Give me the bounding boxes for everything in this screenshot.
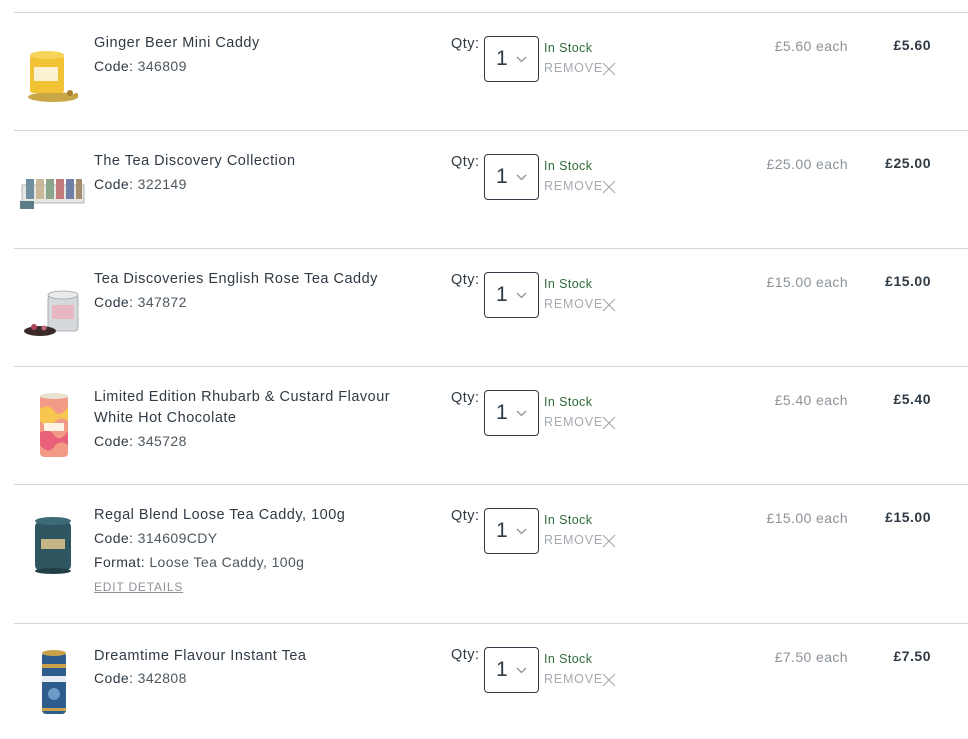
unit-price: £5.60 each: [774, 38, 848, 54]
unit-price: £15.00 each: [766, 274, 848, 290]
remove-button[interactable]: REMOVE: [544, 179, 616, 194]
line-total: £15.00: [885, 273, 931, 289]
unit-price: £15.00 each: [766, 510, 848, 526]
product-code: Code: 346809: [94, 58, 187, 74]
chevron-down-icon: [516, 174, 527, 181]
product-code: Code: 314609CDY: [94, 530, 218, 546]
stock-status: In Stock: [544, 159, 593, 173]
unit-price: £7.50 each: [774, 649, 848, 665]
cart-item-row: Regal Blend Loose Tea Caddy, 100g Code: …: [14, 485, 968, 624]
qty-select[interactable]: 1: [484, 508, 539, 554]
line-total: £15.00: [885, 509, 931, 525]
chevron-down-icon: [516, 667, 527, 674]
line-total: £5.60: [893, 37, 931, 53]
product-name[interactable]: Regal Blend Loose Tea Caddy, 100g: [94, 505, 394, 526]
stock-status: In Stock: [544, 652, 593, 666]
stock-status: In Stock: [544, 277, 593, 291]
remove-button[interactable]: REMOVE: [544, 297, 616, 312]
qty-select[interactable]: 1: [484, 390, 539, 436]
stock-status: In Stock: [544, 41, 593, 55]
remove-button[interactable]: REMOVE: [544, 672, 616, 687]
qty-select[interactable]: 1: [484, 272, 539, 318]
close-icon: [602, 673, 616, 687]
remove-button[interactable]: REMOVE: [544, 415, 616, 430]
chevron-down-icon: [516, 56, 527, 63]
close-icon: [602, 62, 616, 76]
product-code: Code: 345728: [94, 433, 187, 449]
product-format: Format: Loose Tea Caddy, 100g: [94, 554, 305, 570]
cart-item-row: The Tea Discovery Collection Code: 32214…: [14, 131, 968, 249]
product-code: Code: 322149: [94, 176, 187, 192]
product-name[interactable]: Limited Edition Rhubarb & Custard Flavou…: [94, 387, 394, 429]
qty-label: Qty:: [451, 272, 480, 288]
remove-button[interactable]: REMOVE: [544, 533, 616, 548]
cart-item-row: Ginger Beer Mini Caddy Code: 346809 Qty:…: [14, 13, 968, 131]
qty-label: Qty:: [451, 36, 480, 52]
unit-price: £25.00 each: [766, 156, 848, 172]
qty-label: Qty:: [451, 508, 480, 524]
cart-item-row: Dreamtime Flavour Instant Tea Code: 3428…: [14, 624, 968, 739]
product-image-regal-blend-caddy[interactable]: [18, 509, 88, 579]
close-icon: [602, 534, 616, 548]
chevron-down-icon: [516, 410, 527, 417]
line-total: £7.50: [893, 648, 931, 664]
remove-button[interactable]: REMOVE: [544, 61, 616, 76]
line-total: £5.40: [893, 391, 931, 407]
cart-item-row: Tea Discoveries English Rose Tea Caddy C…: [14, 249, 968, 367]
product-name[interactable]: Tea Discoveries English Rose Tea Caddy: [94, 269, 394, 290]
stock-status: In Stock: [544, 395, 593, 409]
close-icon: [602, 298, 616, 312]
edit-details-link[interactable]: EDIT DETAILS: [94, 580, 183, 594]
product-name[interactable]: Ginger Beer Mini Caddy: [94, 33, 394, 54]
line-total: £25.00: [885, 155, 931, 171]
product-image-dreamtime-instant-tea[interactable]: [18, 648, 88, 718]
qty-select[interactable]: 1: [484, 647, 539, 693]
product-image-tea-discovery-collection[interactable]: [18, 155, 88, 225]
chevron-down-icon: [516, 528, 527, 535]
product-name[interactable]: The Tea Discovery Collection: [94, 151, 394, 172]
close-icon: [602, 416, 616, 430]
product-image-ginger-beer-caddy[interactable]: [18, 37, 88, 107]
qty-label: Qty:: [451, 647, 480, 663]
qty-label: Qty:: [451, 154, 480, 170]
close-icon: [602, 180, 616, 194]
qty-select[interactable]: 1: [484, 36, 539, 82]
product-image-english-rose-caddy[interactable]: [18, 273, 88, 343]
product-code: Code: 347872: [94, 294, 187, 310]
product-image-rhubarb-custard-chocolate[interactable]: [18, 391, 88, 461]
qty-label: Qty:: [451, 390, 480, 406]
chevron-down-icon: [516, 292, 527, 299]
cart-item-row: Limited Edition Rhubarb & Custard Flavou…: [14, 367, 968, 485]
qty-select[interactable]: 1: [484, 154, 539, 200]
unit-price: £5.40 each: [774, 392, 848, 408]
product-name[interactable]: Dreamtime Flavour Instant Tea: [94, 646, 394, 667]
stock-status: In Stock: [544, 513, 593, 527]
product-code: Code: 342808: [94, 670, 187, 686]
